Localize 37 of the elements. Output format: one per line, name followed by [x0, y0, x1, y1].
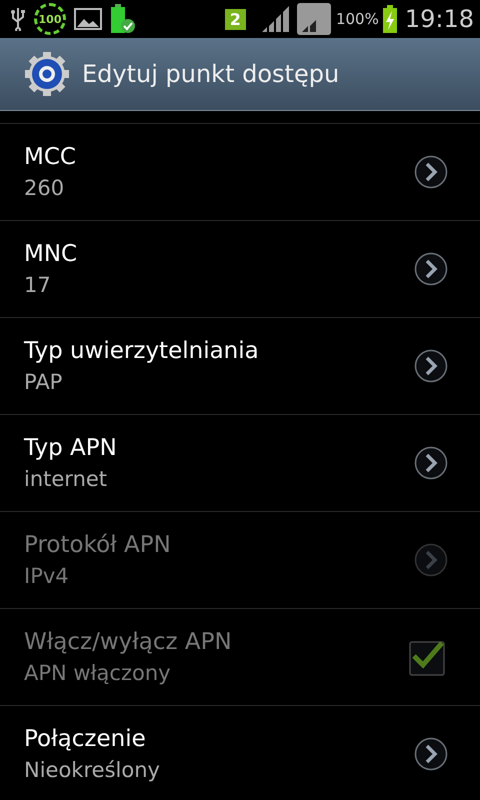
setting-value: PAP [24, 370, 64, 394]
usb-icon [10, 7, 26, 31]
setting-value: 260 [24, 176, 66, 200]
settings-icon [24, 51, 70, 97]
chevron-icon [414, 543, 448, 577]
battery-charging-icon [382, 5, 397, 33]
chevron-icon [414, 252, 448, 286]
chevron-icon [414, 446, 448, 480]
settings-item[interactable]: Typ uwierzytelniania PAP [0, 318, 480, 415]
setting-value: IPv4 [24, 564, 70, 588]
settings-item[interactable]: MNC 17 [0, 221, 480, 318]
setting-value: 17 [24, 273, 52, 297]
sync-badge: 100 [34, 3, 66, 35]
signal-icon [260, 6, 292, 32]
settings-item[interactable]: MCC 260 [0, 124, 480, 221]
chevron-icon [414, 155, 448, 189]
settings-item[interactable]: Typ APN internet [0, 415, 480, 512]
setting-value: APN włączony [24, 661, 172, 685]
image-icon [74, 7, 102, 31]
setting-title: Typ uwierzytelniania [24, 338, 259, 364]
clock: 19:18 [404, 5, 474, 33]
sim-badge: 2 [224, 8, 246, 30]
setting-title: Protokół APN [24, 532, 171, 558]
chevron-icon [414, 737, 448, 771]
battery-percent: 100% [336, 10, 379, 28]
chevron-icon [414, 349, 448, 383]
setting-title: MCC [24, 144, 76, 170]
setting-title: Typ APN [24, 435, 117, 461]
battery-check-icon [110, 4, 136, 34]
settings-item[interactable]: Połączenie Nieokreślony [0, 706, 480, 800]
setting-value: internet [24, 467, 108, 491]
screen-title: Edytuj punkt dostępu [82, 60, 340, 88]
setting-value: Nieokreślony [24, 758, 160, 782]
setting-title: Połączenie [24, 726, 147, 752]
setting-title: Włącz/wyłącz APN [24, 629, 232, 655]
setting-title: MNC [24, 241, 78, 267]
signal-icon [296, 2, 332, 36]
